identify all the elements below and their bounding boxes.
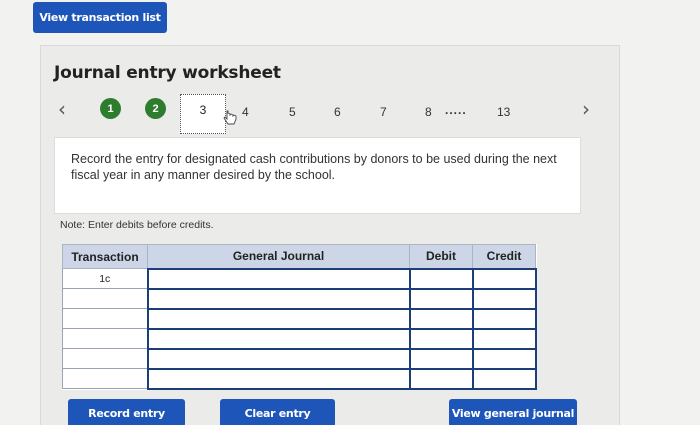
debit-input[interactable] [408,287,474,310]
table-row [62,367,537,390]
page-title: Journal entry worksheet [54,63,281,83]
transaction-cell [62,288,148,309]
step-ellipsis: ..... [445,103,467,117]
instruction-box: Record the entry for designated cash con… [54,137,581,214]
credit-input[interactable] [471,347,537,370]
transaction-cell [62,348,148,369]
instruction-text: Record the entry for designated cash con… [71,152,557,182]
credit-input[interactable] [471,267,537,290]
table-row [62,307,537,330]
credit-input[interactable] [471,327,537,350]
step-4-button[interactable]: 4 [242,105,249,119]
step-5-button[interactable]: 5 [289,105,296,119]
credit-input[interactable] [471,307,537,330]
debit-input[interactable] [408,307,474,330]
clear-entry-button[interactable]: Clear entry [220,399,335,425]
col-transaction: Transaction [62,244,148,269]
note-text: Note: Enter debits before credits. [60,219,214,231]
debit-input[interactable] [408,267,474,290]
chevron-right-icon[interactable]: › [582,97,590,121]
account-input[interactable] [146,327,411,350]
step-2-button[interactable]: 2 [145,98,166,119]
step-1-button[interactable]: 1 [100,98,121,119]
col-credit: Credit [472,244,536,269]
account-input[interactable] [146,367,411,390]
debit-input[interactable] [408,367,474,390]
transaction-cell [62,308,148,329]
debit-input[interactable] [408,347,474,370]
col-debit: Debit [409,244,473,269]
hand-pointer-icon [223,110,237,125]
account-input[interactable] [146,267,411,290]
view-general-journal-button[interactable]: View general journal [449,399,577,425]
transaction-cell [62,328,148,349]
view-transaction-list-button[interactable]: View transaction list [33,2,167,33]
journal-entry-table: Transaction General Journal Debit Credit… [62,244,537,390]
account-input[interactable] [146,307,411,330]
transaction-cell: 1c [62,268,148,289]
col-general-journal: General Journal [147,244,410,269]
table-row: 1c [62,267,537,290]
step-8-button[interactable]: 8 [425,105,432,119]
account-input[interactable] [146,347,411,370]
table-row [62,347,537,370]
chevron-left-icon[interactable]: ‹ [58,97,66,121]
transaction-cell [62,368,148,389]
step-13-button[interactable]: 13 [497,105,510,119]
table-row [62,327,537,350]
record-entry-button[interactable]: Record entry [68,399,185,425]
step-6-button[interactable]: 6 [334,105,341,119]
debit-input[interactable] [408,327,474,350]
account-input[interactable] [146,287,411,310]
step-7-button[interactable]: 7 [380,105,387,119]
step-3-current[interactable]: 3 [180,94,226,134]
credit-input[interactable] [471,287,537,310]
credit-input[interactable] [471,367,537,390]
table-row [62,287,537,310]
